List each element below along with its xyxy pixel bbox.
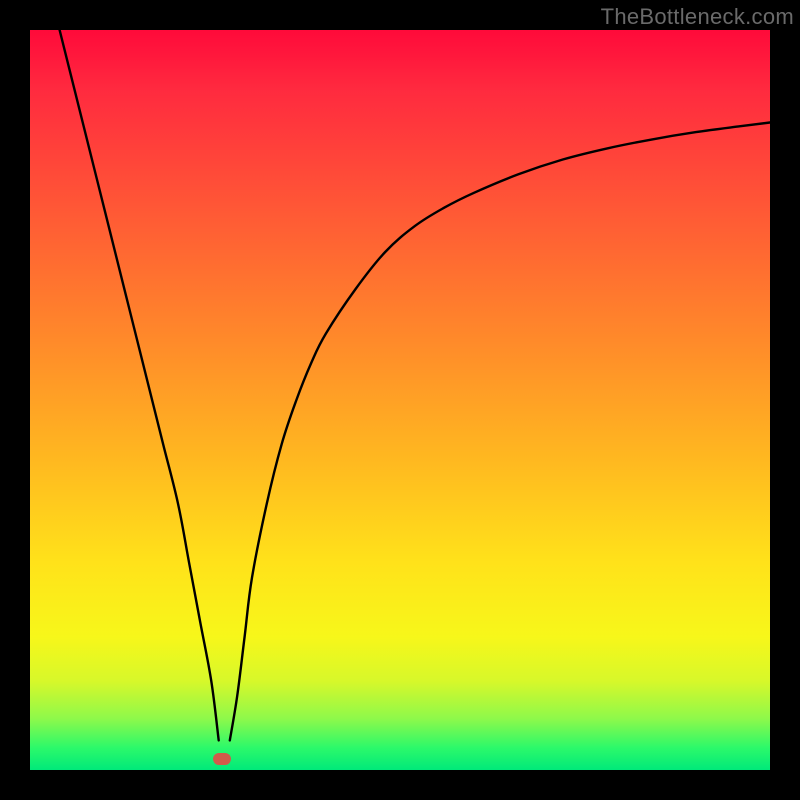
- optimum-marker: [213, 753, 231, 765]
- curve-left-descent: [60, 30, 219, 740]
- chart-svg: [30, 30, 770, 770]
- plot-area: [30, 30, 770, 770]
- curve-right-rise: [230, 123, 770, 741]
- chart-frame: TheBottleneck.com: [0, 0, 800, 800]
- watermark-text: TheBottleneck.com: [601, 4, 794, 30]
